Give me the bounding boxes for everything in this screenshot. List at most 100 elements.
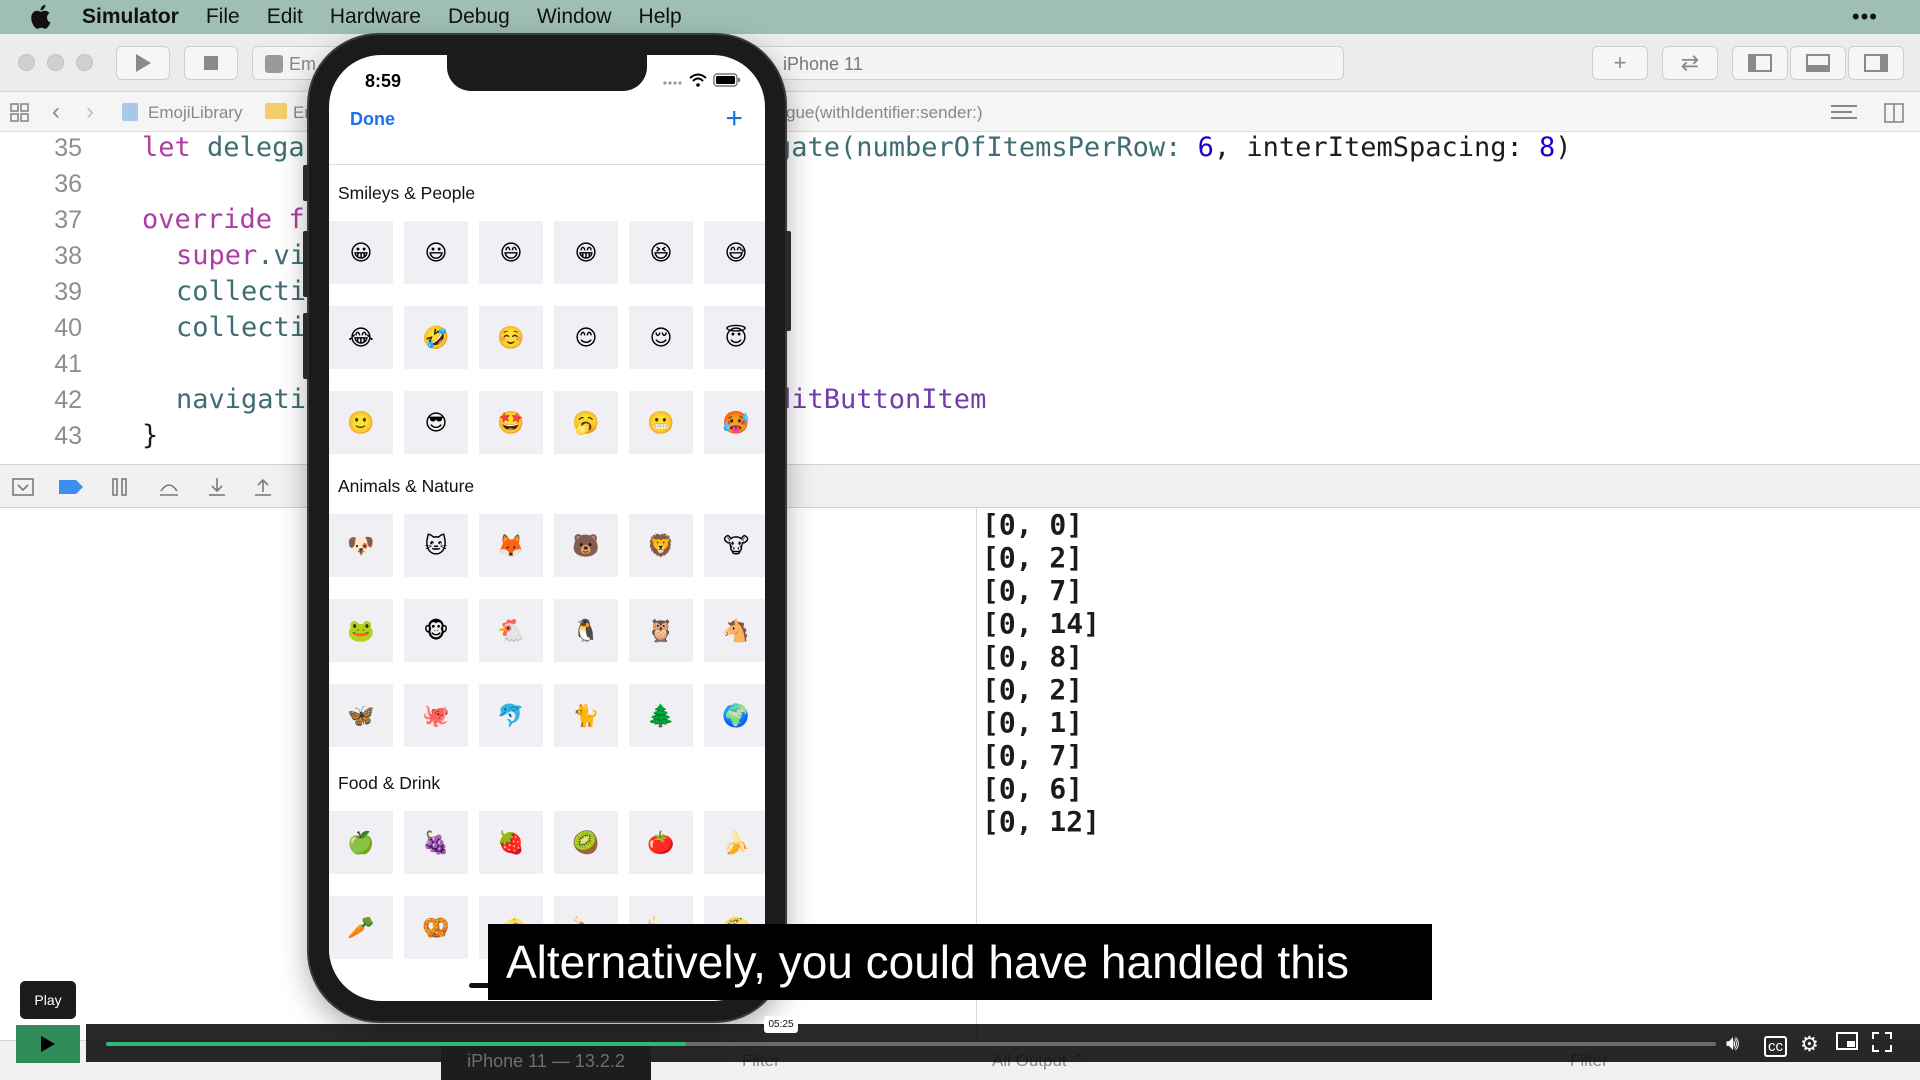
emoji-cell[interactable]: 🌍 (704, 684, 765, 747)
code-line-35: let delega (142, 132, 305, 163)
side-button[interactable] (785, 231, 791, 331)
fullscreen-icon[interactable] (1872, 1032, 1892, 1058)
emoji-cell[interactable]: 🐸 (329, 599, 393, 662)
code-review-button[interactable]: ⇄ (1662, 46, 1718, 80)
emoji-cell[interactable]: 🌲 (629, 684, 693, 747)
jumpbar-method[interactable]: gue(withIdentifier:sender:) (786, 103, 983, 123)
picture-in-picture-icon[interactable] (1836, 1032, 1858, 1056)
emoji-cell[interactable]: 🥵 (704, 391, 765, 454)
emoji-cell[interactable]: 🦊 (479, 514, 543, 577)
emoji-cell[interactable]: 😅 (704, 221, 765, 284)
run-button[interactable] (116, 46, 170, 80)
status-icons (663, 73, 741, 87)
code-line-38: super.vi (176, 240, 306, 271)
add-button[interactable]: + (725, 104, 743, 134)
emoji-cell[interactable]: 🐻 (554, 514, 618, 577)
minimize-window-button[interactable] (47, 54, 64, 71)
emoji-cell[interactable]: 😃 (404, 221, 468, 284)
close-window-button[interactable] (18, 54, 35, 71)
settings-gear-icon[interactable]: ⚙︎ (1800, 1032, 1819, 1057)
emoji-cell[interactable]: 🐙 (404, 684, 468, 747)
menu-help[interactable]: Help (639, 5, 682, 29)
emoji-cell[interactable]: 😆 (629, 221, 693, 284)
pause-icon[interactable] (110, 477, 132, 497)
emoji-cell[interactable]: 🐵 (404, 599, 468, 662)
debug-area-toggle[interactable] (1790, 46, 1846, 80)
code-line-37: override f (142, 204, 305, 235)
zoom-window-button[interactable] (76, 54, 93, 71)
console-output[interactable]: [0, 0] [0, 2] [0, 7] [0, 14] [0, 8] [0, … (982, 508, 1100, 838)
menu-app-name[interactable]: Simulator (82, 5, 179, 29)
back-chevron-icon[interactable]: ‹ (52, 98, 60, 126)
step-out-icon[interactable] (252, 477, 274, 497)
emoji-cell[interactable]: 🐱 (404, 514, 468, 577)
grid-icon[interactable] (10, 103, 30, 128)
emoji-cell[interactable]: 🥕 (329, 896, 393, 959)
code-editor[interactable]: 35 36 37 38 39 40 41 42 43 let delega ga… (0, 132, 1920, 464)
emoji-cell[interactable]: 🐶 (329, 514, 393, 577)
emoji-cell[interactable]: 🤩 (479, 391, 543, 454)
hide-debug-area-icon[interactable] (12, 477, 34, 497)
jumpbar-project[interactable]: EmojiLibrary (148, 103, 242, 123)
emoji-cell[interactable]: 🦁 (629, 514, 693, 577)
emoji-cell[interactable]: 🦉 (629, 599, 693, 662)
volume-icon[interactable]: 🔊︎ (1726, 1032, 1739, 1056)
inspector-toggle[interactable] (1848, 46, 1904, 80)
emoji-cell[interactable]: 🐔 (479, 599, 543, 662)
emoji-cell[interactable]: 🥝 (554, 811, 618, 874)
ring-switch[interactable] (303, 165, 309, 201)
closed-captions-icon[interactable]: cc (1764, 1036, 1787, 1057)
emoji-cell[interactable]: 🍇 (404, 811, 468, 874)
emoji-cell[interactable]: 🐴 (704, 599, 765, 662)
emoji-cell[interactable]: 😌 (629, 306, 693, 369)
debug-bar (0, 464, 1920, 508)
emoji-cell[interactable]: 😬 (629, 391, 693, 454)
emoji-cell[interactable]: 😂 (329, 306, 393, 369)
menu-hardware[interactable]: Hardware (330, 5, 421, 29)
step-into-icon[interactable] (206, 477, 228, 497)
emoji-cell[interactable]: 🐈 (554, 684, 618, 747)
emoji-cell[interactable]: 🐮 (704, 514, 765, 577)
menu-debug[interactable]: Debug (448, 5, 510, 29)
stop-button[interactable] (184, 46, 238, 80)
emoji-cell[interactable]: 😀 (329, 221, 393, 284)
emoji-cell[interactable]: 😇 (704, 306, 765, 369)
emoji-cell[interactable]: 🐬 (479, 684, 543, 747)
add-editor-icon[interactable] (1884, 103, 1904, 128)
emoji-cell[interactable]: 🦋 (329, 684, 393, 747)
more-icon[interactable]: ••• (1852, 4, 1878, 30)
menu-edit[interactable]: Edit (267, 5, 303, 29)
emoji-cell[interactable]: 🥱 (554, 391, 618, 454)
line-number: 41 (54, 350, 82, 378)
volume-down-button[interactable] (303, 313, 309, 379)
navigator-toggle[interactable] (1732, 46, 1788, 80)
emoji-cell[interactable]: 😎 (404, 391, 468, 454)
minimap-lines-icon[interactable] (1830, 103, 1858, 128)
emoji-cell[interactable]: 🤣 (404, 306, 468, 369)
section-header: Animals & Nature (338, 476, 475, 496)
step-over-icon[interactable] (158, 477, 180, 497)
jumpbar-folder[interactable]: Er (293, 103, 310, 123)
emoji-cell[interactable]: 🍅 (629, 811, 693, 874)
emoji-cell[interactable]: ☺️ (479, 306, 543, 369)
apple-icon[interactable] (30, 4, 56, 30)
emoji-cell[interactable]: 🍓 (479, 811, 543, 874)
menu-bar: Simulator File Edit Hardware Debug Windo… (0, 0, 1920, 34)
emoji-cell[interactable]: 🙂 (329, 391, 393, 454)
emoji-cell[interactable]: 🍌 (704, 811, 765, 874)
forward-chevron-icon[interactable]: › (86, 98, 94, 126)
breakpoints-icon[interactable] (58, 477, 83, 497)
volume-up-button[interactable] (303, 231, 309, 297)
library-button[interactable]: + (1592, 46, 1648, 80)
emoji-cell[interactable]: 🍏 (329, 811, 393, 874)
menu-window[interactable]: Window (537, 5, 612, 29)
menu-file[interactable]: File (206, 5, 240, 29)
emoji-cell[interactable]: 😄 (479, 221, 543, 284)
emoji-cell[interactable]: 🥨 (404, 896, 468, 959)
done-button[interactable]: Done (350, 109, 395, 130)
play-button[interactable] (16, 1025, 80, 1063)
time-tooltip: 05:25 (764, 1016, 798, 1033)
emoji-cell[interactable]: 😁 (554, 221, 618, 284)
emoji-cell[interactable]: 😊 (554, 306, 618, 369)
emoji-cell[interactable]: 🐧 (554, 599, 618, 662)
